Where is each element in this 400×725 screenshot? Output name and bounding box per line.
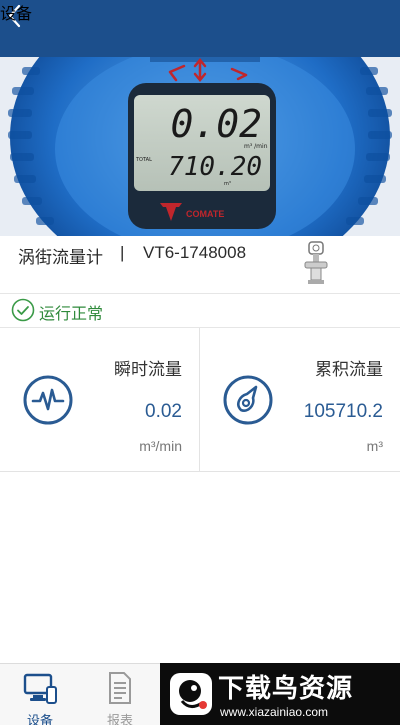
instant-flow-unit: m³/min — [139, 438, 182, 454]
lcd-total-unit: m³ — [224, 181, 231, 187]
monitor-phone-icon — [23, 673, 57, 704]
lcd-total-value: 710.20 — [168, 152, 262, 182]
device-separator: | — [120, 243, 125, 262]
watermark-url: www.xiazainiao.com — [220, 705, 329, 719]
meter-display-image: 0.02 m³ /min TOTAL 710.20 m³ COMATE — [0, 57, 400, 236]
app-root: 设备 0.02 m³ /min TOTAL 710.20 m³ COMATE 涡… — [0, 0, 400, 725]
total-flow-card[interactable]: 累积流量 105710.2 m³ — [200, 328, 400, 472]
tab-report[interactable]: 报表 — [80, 663, 160, 725]
instant-flow-card[interactable]: 瞬时流量 0.02 m³/min — [0, 328, 200, 472]
watermark-title: 下载鸟资源 — [218, 674, 354, 704]
bird-logo-icon — [170, 673, 212, 715]
instant-flow-label: 瞬时流量 — [114, 360, 182, 380]
report-document-icon — [109, 672, 131, 704]
device-serial-label: VT6-1748008 — [143, 243, 247, 262]
total-flow-value: 105710.2 — [303, 401, 383, 422]
check-circle-icon — [11, 298, 35, 322]
lcd-total-label: TOTAL — [135, 157, 152, 163]
watermark-banner: 下载鸟资源 www.xiazainiao.com — [160, 663, 400, 725]
tab-report-label: 报表 — [106, 714, 133, 725]
lcd-rate-unit: m³ /min — [244, 143, 268, 150]
status-text: 运行正常 — [39, 304, 104, 323]
brand-name: COMATE — [186, 209, 224, 219]
page-title: 设备 — [0, 6, 33, 23]
device-type-label: 涡街流量计 — [18, 248, 103, 268]
instant-flow-value: 0.02 — [145, 401, 182, 422]
lcd-rate-value: 0.02 — [170, 102, 262, 146]
tab-device-label: 设备 — [26, 714, 53, 725]
total-flow-label: 累积流量 — [315, 360, 383, 380]
pulse-wave-icon — [23, 375, 73, 425]
total-flow-unit: m³ — [366, 438, 383, 454]
flowmeter-thumbnail-icon[interactable] — [303, 240, 329, 286]
tab-device[interactable]: 设备 — [0, 663, 80, 725]
volume-gauge-icon — [223, 375, 273, 425]
